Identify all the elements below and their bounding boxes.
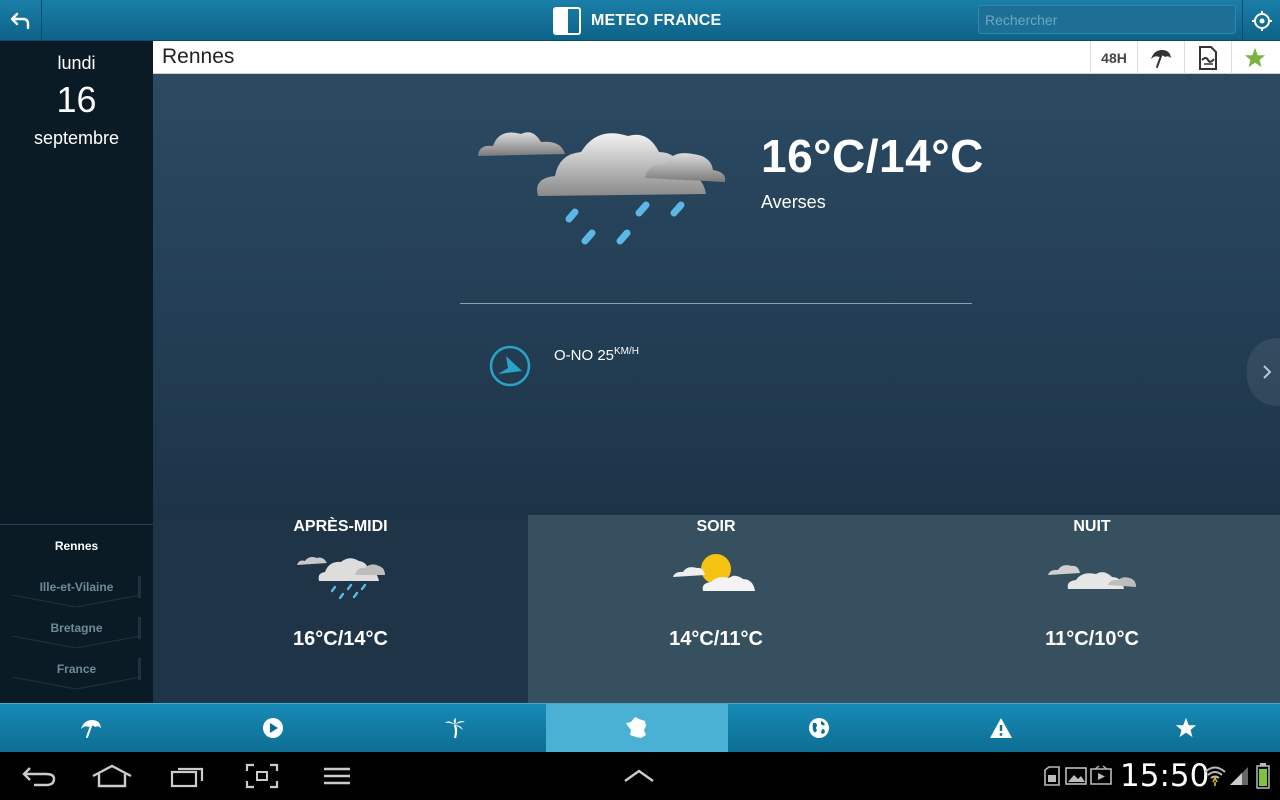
crosshair-icon <box>1251 10 1272 31</box>
wind-direction-icon <box>489 345 531 387</box>
location-label: Rennes <box>54 538 99 553</box>
android-system-bar: 15:50 <box>0 752 1280 800</box>
location-item-bretagne[interactable]: Bretagne <box>0 607 153 648</box>
date-weekday: lundi <box>57 53 96 73</box>
divider <box>460 303 972 304</box>
system-back-button[interactable] <box>22 762 56 790</box>
bulletin-button[interactable] <box>1184 41 1231 74</box>
period-forecast-strip: APRÈS-MIDI 16°C/14°C SOIR 14°C/11°C NUIT… <box>153 515 1280 703</box>
left-sidebar: lundi 16 septembre Rennes Ille-et-Vilain… <box>0 41 153 703</box>
globe-icon <box>809 718 829 738</box>
wind-info: O-NO 25KM/H <box>554 346 639 364</box>
locate-button[interactable] <box>1242 0 1280 41</box>
palm-tree-icon <box>445 718 465 739</box>
period-temperature: 14°C/11°C <box>669 628 763 650</box>
system-clock: 15:50 <box>1120 758 1210 794</box>
brand-name: METEO FRANCE <box>591 12 722 29</box>
nav-video[interactable] <box>182 704 364 752</box>
city-header: Rennes 48H <box>153 41 1280 74</box>
system-recents-button[interactable] <box>170 762 206 790</box>
star-icon <box>1244 47 1266 67</box>
nav-world[interactable] <box>728 704 910 752</box>
showers-weather-icon <box>478 132 726 245</box>
system-home-button[interactable] <box>91 762 133 790</box>
period-temperature: 16°C/14°C <box>293 628 388 650</box>
period-title: NUIT <box>1073 518 1111 535</box>
nav-france[interactable] <box>546 704 728 752</box>
top-bar: METEO FRANCE <box>0 0 1280 41</box>
favorite-button[interactable] <box>1231 41 1278 74</box>
app-window: METEO FRANCE lundi 16 septembre Rennes I… <box>0 0 1280 800</box>
wind-unit: KM/H <box>614 346 640 357</box>
wind-direction-speed: O-NO 25 <box>554 347 615 364</box>
back-arrow-icon <box>10 12 29 29</box>
document-icon <box>1199 45 1217 70</box>
wifi-icon <box>1204 766 1226 786</box>
date-month: septembre <box>33 128 120 148</box>
location-item-ille-et-vilaine[interactable]: Ille-et-Vilaine <box>0 566 153 607</box>
clouds-icon <box>1048 565 1136 589</box>
location-label: France <box>56 661 97 676</box>
location-item-rennes[interactable]: Rennes <box>0 525 153 566</box>
forecast-48h-label: 48H <box>1101 49 1127 66</box>
play-icon <box>263 718 283 738</box>
screenshot-icon <box>245 763 279 789</box>
city-title: Rennes <box>162 45 235 68</box>
period-afternoon[interactable]: APRÈS-MIDI 16°C/14°C <box>153 515 528 703</box>
location-label: Bretagne <box>50 620 103 635</box>
chevron-right-icon <box>1263 365 1272 379</box>
nav-beach[interactable] <box>364 704 546 752</box>
current-temperature: 16°C/14°C <box>761 130 984 182</box>
nav-forecast[interactable] <box>0 704 182 752</box>
star-icon <box>1175 717 1197 738</box>
period-temperature: 11°C/10°C <box>1045 628 1139 650</box>
period-evening[interactable]: SOIR 14°C/11°C <box>528 515 904 703</box>
umbrella-icon <box>81 720 101 738</box>
system-up-button[interactable] <box>622 762 656 790</box>
forecast-48h-button[interactable]: 48H <box>1090 41 1137 74</box>
search-input[interactable] <box>978 5 1236 34</box>
nav-favorites[interactable] <box>1092 704 1280 752</box>
media-play-icon <box>1090 765 1112 785</box>
current-weather-panel: 16°C/14°C Averses O-NO 25KM/H <box>153 74 1280 515</box>
recent-apps-icon <box>170 767 204 788</box>
battery-icon <box>1256 763 1270 789</box>
sd-card-icon <box>1044 766 1060 786</box>
meteo-france-logo-icon <box>553 7 581 35</box>
chevron-separator-icon <box>12 677 141 689</box>
menu-icon <box>324 767 350 785</box>
location-label: Ille-et-Vilaine <box>39 579 114 594</box>
chevron-separator-icon <box>12 636 141 648</box>
location-item-france[interactable]: France <box>0 648 153 689</box>
signal-icon <box>1230 767 1248 785</box>
date-day-number: 16 <box>56 79 97 120</box>
period-title: SOIR <box>696 518 736 535</box>
weather-description: Averses <box>761 192 826 212</box>
rain-cloud-icon <box>296 557 385 600</box>
rain-forecast-button[interactable] <box>1137 41 1184 74</box>
umbrella-icon <box>1151 49 1171 68</box>
screenshot-button[interactable] <box>245 762 279 790</box>
brand-logo-group: METEO FRANCE <box>553 7 721 35</box>
back-button[interactable] <box>0 0 42 41</box>
chevron-separator-icon <box>12 595 141 607</box>
next-day-button[interactable] <box>1247 338 1280 406</box>
home-icon <box>92 764 132 788</box>
nav-alerts[interactable] <box>910 704 1092 752</box>
france-map-icon <box>626 717 646 738</box>
period-night[interactable]: NUIT 11°C/10°C <box>904 515 1280 703</box>
sun-cloud-icon <box>673 554 755 591</box>
chevron-up-icon <box>624 769 654 782</box>
system-back-icon <box>22 767 56 787</box>
gallery-icon <box>1065 767 1087 785</box>
warning-icon <box>990 718 1012 738</box>
system-menu-button[interactable] <box>323 762 351 790</box>
bottom-navigation <box>0 703 1280 752</box>
location-list: Rennes Ille-et-Vilaine Bretagne France <box>0 524 153 689</box>
period-title: APRÈS-MIDI <box>293 518 388 535</box>
